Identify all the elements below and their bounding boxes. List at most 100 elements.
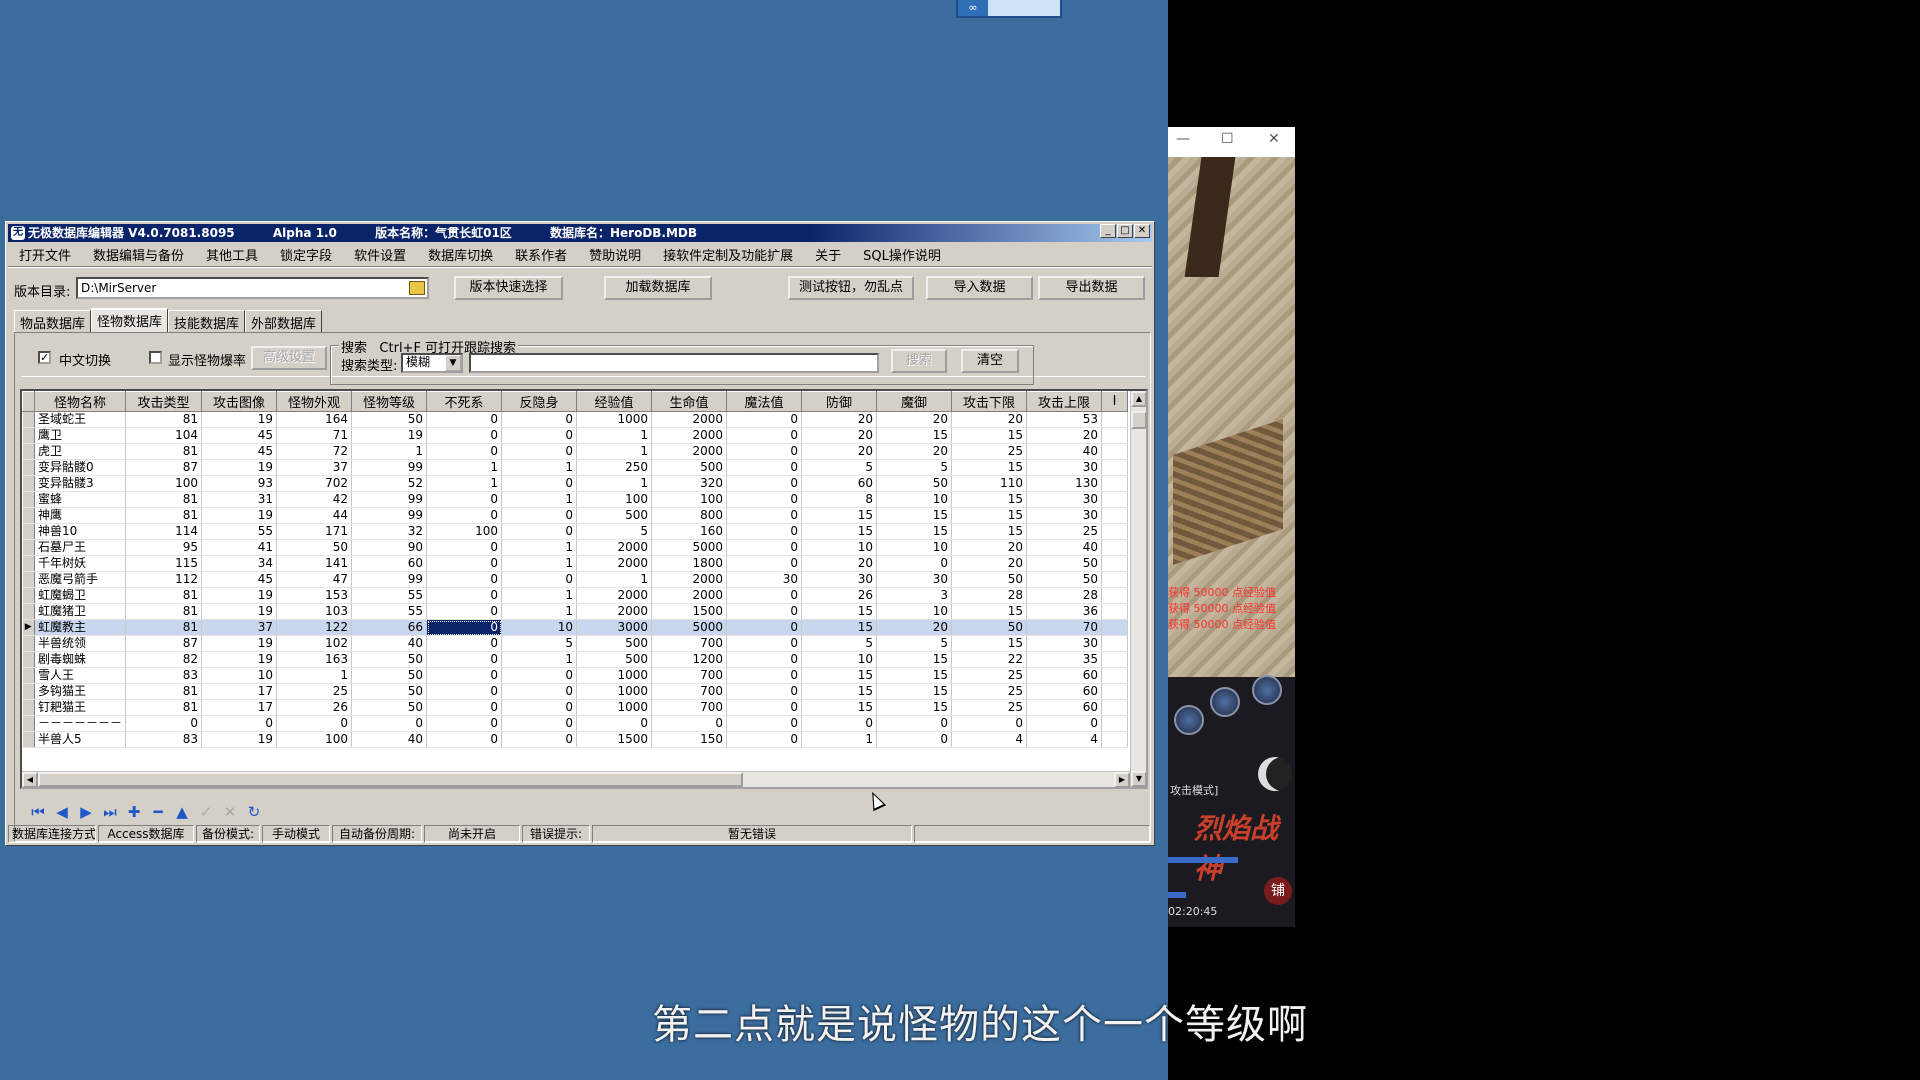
table-cell[interactable]: 0 <box>501 715 578 732</box>
table-cell[interactable]: 15 <box>951 523 1028 540</box>
table-cell[interactable]: 1 <box>501 587 578 604</box>
table-row[interactable]: 变异骷髅3 100 93 702 52 1 0 1 320 0 60 50 110 130 <box>22 475 1129 492</box>
table-cell[interactable]: 10 <box>876 491 953 508</box>
table-row[interactable]: 半兽统领 87 19 102 40 0 5 500 700 0 5 5 15 30 <box>22 635 1129 652</box>
table-cell[interactable]: 50 <box>351 411 428 428</box>
column-header[interactable]: 攻击下限 <box>951 391 1028 412</box>
monster-name-cell[interactable]: 变异骷髅0 <box>34 459 127 476</box>
table-cell[interactable]: 10 <box>501 619 578 636</box>
table-cell[interactable] <box>1101 715 1129 732</box>
table-cell[interactable]: 163 <box>276 651 353 668</box>
table-cell[interactable]: 2000 <box>576 603 653 620</box>
table-cell[interactable]: 20 <box>951 555 1028 572</box>
column-header[interactable]: 攻击上限 <box>1026 391 1103 412</box>
table-cell[interactable] <box>1101 555 1129 572</box>
post-record-icon[interactable]: ✓ <box>197 803 215 821</box>
table-cell[interactable]: 0 <box>276 715 353 732</box>
table-cell[interactable]: 20 <box>951 539 1028 556</box>
table-cell[interactable]: 15 <box>801 699 878 716</box>
menu-sponsor[interactable]: 赞助说明 <box>578 245 652 264</box>
table-cell[interactable]: 50 <box>951 619 1028 636</box>
table-row[interactable]: ▶ 虹魔教主 81 37 122 66 0 10 3000 5000 0 15 20 50 70 <box>22 619 1129 636</box>
table-cell[interactable]: 1000 <box>576 411 653 428</box>
table-cell[interactable]: 103 <box>276 603 353 620</box>
table-cell[interactable]: 4 <box>951 731 1028 748</box>
table-cell[interactable]: 15 <box>951 603 1028 620</box>
table-cell[interactable]: 10 <box>876 539 953 556</box>
table-cell[interactable]: 99 <box>351 459 428 476</box>
monster-grid[interactable]: 怪物名称 攻击类型 攻击图像 怪物外观 怪物等级 不死系 反隐身 经验值 生命值 魔法值 防御 魔御攻… <box>20 389 1148 789</box>
vertical-scrollbar[interactable]: ▲ ▼ <box>1130 391 1146 787</box>
table-cell[interactable]: 1 <box>501 555 578 572</box>
row-indicator[interactable] <box>22 571 35 588</box>
table-cell[interactable]: 5 <box>876 635 953 652</box>
table-cell[interactable]: 20 <box>876 619 953 636</box>
next-record-icon[interactable]: ▶ <box>77 803 95 821</box>
table-cell[interactable]: 0 <box>501 443 578 460</box>
table-cell[interactable]: 0 <box>426 651 503 668</box>
table-cell[interactable]: 700 <box>651 699 728 716</box>
monster-name-cell[interactable]: 雪人王 <box>34 667 127 684</box>
table-cell[interactable]: 100 <box>125 475 203 492</box>
table-cell[interactable] <box>1101 571 1129 588</box>
menu-lock-fields[interactable]: 锁定字段 <box>269 245 343 264</box>
table-row[interactable]: 千年树妖 115 34 141 60 0 1 2000 1800 0 20 0 20 50 <box>22 555 1129 572</box>
edit-record-icon[interactable]: ▲ <box>173 803 191 821</box>
table-cell[interactable]: 87 <box>125 635 203 652</box>
menu-settings[interactable]: 软件设置 <box>343 245 417 264</box>
table-row[interactable]: 蜜蜂 81 31 42 99 0 1 100 100 0 8 10 15 30 <box>22 491 1129 508</box>
table-cell[interactable]: 160 <box>651 523 728 540</box>
first-record-icon[interactable]: ⏮ <box>29 803 47 821</box>
table-cell[interactable]: 0 <box>501 427 578 444</box>
table-cell[interactable]: 1 <box>576 427 653 444</box>
row-indicator[interactable] <box>22 651 35 668</box>
table-cell[interactable]: 0 <box>1026 715 1103 732</box>
table-cell[interactable]: 500 <box>576 507 653 524</box>
table-cell[interactable]: 500 <box>576 635 653 652</box>
table-cell[interactable]: 1 <box>576 571 653 588</box>
table-cell[interactable]: 100 <box>276 731 353 748</box>
table-cell[interactable]: 30 <box>1026 459 1103 476</box>
table-cell[interactable]: 81 <box>125 507 203 524</box>
table-cell[interactable]: 0 <box>801 715 878 732</box>
table-cell[interactable]: 0 <box>426 571 503 588</box>
table-cell[interactable]: 700 <box>651 667 728 684</box>
table-cell[interactable] <box>1101 619 1129 636</box>
table-cell[interactable]: 15 <box>801 603 878 620</box>
table-cell[interactable]: 0 <box>501 731 578 748</box>
monster-name-cell[interactable]: 蜜蜂 <box>34 491 127 508</box>
table-cell[interactable]: 72 <box>276 443 353 460</box>
table-cell[interactable]: 2000 <box>651 571 728 588</box>
table-cell[interactable]: 15 <box>876 699 953 716</box>
table-cell[interactable]: 0 <box>876 715 953 732</box>
table-cell[interactable]: 0 <box>726 491 803 508</box>
table-cell[interactable]: 40 <box>351 731 428 748</box>
menu-sql-help[interactable]: SQL操作说明 <box>852 245 952 264</box>
monster-name-cell[interactable]: 圣域蛇王 <box>34 411 127 428</box>
table-cell[interactable] <box>1101 699 1129 716</box>
table-cell[interactable]: 19 <box>201 411 278 428</box>
row-indicator[interactable]: ▶ <box>22 619 35 636</box>
row-indicator[interactable] <box>22 443 35 460</box>
table-cell[interactable]: 60 <box>1026 699 1103 716</box>
table-cell[interactable]: 0 <box>351 715 428 732</box>
table-cell[interactable]: 37 <box>201 619 278 636</box>
column-header[interactable]: 经验值 <box>576 391 653 412</box>
monster-name-cell[interactable]: 变异骷髅3 <box>34 475 127 492</box>
table-cell[interactable]: 0 <box>726 427 803 444</box>
table-cell[interactable]: 1 <box>501 651 578 668</box>
table-cell[interactable]: 0 <box>726 683 803 700</box>
table-cell[interactable]: 28 <box>1026 587 1103 604</box>
table-cell[interactable]: 15 <box>876 523 953 540</box>
table-cell[interactable]: 55 <box>351 587 428 604</box>
table-cell[interactable]: 5 <box>501 635 578 652</box>
table-cell[interactable]: 95 <box>125 539 203 556</box>
table-cell[interactable]: 5 <box>876 459 953 476</box>
scroll-left-icon[interactable]: ◀ <box>22 772 38 787</box>
table-cell[interactable]: 5000 <box>651 619 728 636</box>
monster-name-cell[interactable]: 恶魔弓箭手 <box>34 571 127 588</box>
table-row[interactable]: 雪人王 83 10 1 50 0 0 1000 700 0 15 15 25 60 <box>22 667 1129 684</box>
table-cell[interactable]: 25 <box>276 683 353 700</box>
table-cell[interactable]: 87 <box>125 459 203 476</box>
row-indicator[interactable] <box>22 411 35 428</box>
